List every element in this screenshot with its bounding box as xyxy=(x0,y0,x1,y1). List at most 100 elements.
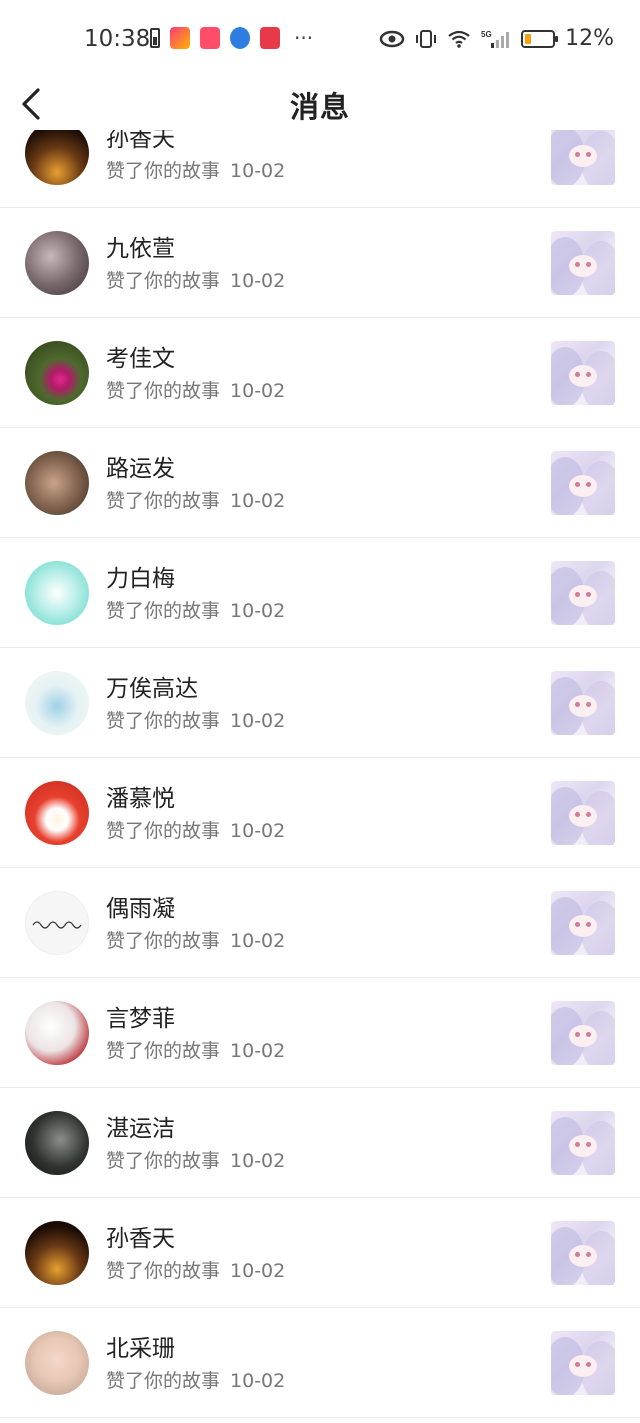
list-item[interactable]: 言梦菲 赞了你的故事 10-02 xyxy=(0,978,640,1088)
story-thumbnail[interactable] xyxy=(551,781,615,845)
avatar[interactable] xyxy=(25,231,89,295)
sender-name: 潘慕悦 xyxy=(106,786,175,812)
story-thumbnail[interactable] xyxy=(551,1221,615,1285)
avatar[interactable] xyxy=(25,1111,89,1175)
list-item[interactable]: 偶雨凝 赞了你的故事 10-02 xyxy=(0,868,640,978)
story-thumbnail[interactable] xyxy=(551,561,615,625)
message-date: 10-02 xyxy=(230,380,286,402)
nav-header: 消息 xyxy=(0,78,640,130)
browser-app-icon xyxy=(230,27,250,49)
sender-name: 考佳文 xyxy=(106,346,175,372)
story-thumbnail[interactable] xyxy=(551,451,615,515)
sender-name: 九依萱 xyxy=(106,236,175,262)
sender-name: 力白梅 xyxy=(106,566,175,592)
list-item[interactable]: 潘慕悦 赞了你的故事 10-02 xyxy=(0,758,640,868)
message-date: 10-02 xyxy=(230,1260,286,1282)
message-date: 10-02 xyxy=(230,1370,286,1392)
status-bar: 10:38 ··· 5G 12% xyxy=(0,0,640,78)
action-text: 赞了你的故事 xyxy=(106,820,221,842)
page-title: 消息 xyxy=(289,90,350,124)
status-time: 10:38 xyxy=(84,26,151,52)
avatar[interactable] xyxy=(25,341,89,405)
reader-app-icon xyxy=(260,27,280,49)
message-summary: 赞了你的故事 10-02 xyxy=(106,1256,285,1283)
message-summary: 赞了你的故事 10-02 xyxy=(106,156,285,183)
wifi-icon xyxy=(448,30,470,48)
story-thumbnail[interactable] xyxy=(551,1001,615,1065)
avatar[interactable] xyxy=(25,1001,89,1065)
action-text: 赞了你的故事 xyxy=(106,710,221,732)
message-date: 10-02 xyxy=(230,600,286,622)
story-thumbnail[interactable] xyxy=(551,671,615,735)
sender-name: 北采珊 xyxy=(106,1336,175,1362)
action-text: 赞了你的故事 xyxy=(106,160,221,182)
sender-name: 万俟高达 xyxy=(106,676,198,702)
message-date: 10-02 xyxy=(230,160,286,182)
story-thumbnail[interactable] xyxy=(551,341,615,405)
avatar[interactable] xyxy=(25,781,89,845)
message-date: 10-02 xyxy=(230,490,286,512)
message-summary: 赞了你的故事 10-02 xyxy=(106,816,285,843)
action-text: 赞了你的故事 xyxy=(106,1260,221,1282)
shopping-app-icon xyxy=(200,27,220,49)
list-item[interactable]: 万俟高达 赞了你的故事 10-02 xyxy=(0,648,640,758)
action-text: 赞了你的故事 xyxy=(106,930,221,952)
avatar[interactable] xyxy=(25,891,89,955)
message-date: 10-02 xyxy=(230,270,286,292)
signal-5g-icon: 5G xyxy=(481,30,510,48)
sender-name: 路运发 xyxy=(106,456,175,482)
avatar[interactable] xyxy=(25,1221,89,1285)
message-list[interactable]: 孙香天 赞了你的故事 10-02 九依萱 赞了你的故事 10-02 考佳文 赞了你的… xyxy=(0,98,640,1418)
story-thumbnail[interactable] xyxy=(551,891,615,955)
story-thumbnail[interactable] xyxy=(551,1111,615,1175)
avatar[interactable] xyxy=(25,561,89,625)
video-app-icon xyxy=(170,27,190,49)
eye-icon xyxy=(379,30,405,47)
sender-name: 孙香天 xyxy=(106,1226,175,1252)
sender-name: 湛运洁 xyxy=(106,1116,175,1142)
svg-text:5G: 5G xyxy=(481,30,492,39)
list-item[interactable]: 北采珊 赞了你的故事 10-02 xyxy=(0,1308,640,1418)
action-text: 赞了你的故事 xyxy=(106,1040,221,1062)
message-summary: 赞了你的故事 10-02 xyxy=(106,596,285,623)
sender-name: 偶雨凝 xyxy=(106,896,175,922)
story-thumbnail[interactable] xyxy=(551,1331,615,1395)
avatar[interactable] xyxy=(25,121,89,185)
handwriting-avatar-art xyxy=(32,921,82,929)
story-thumbnail[interactable] xyxy=(551,231,615,295)
message-summary: 赞了你的故事 10-02 xyxy=(106,486,285,513)
message-summary: 赞了你的故事 10-02 xyxy=(106,1036,285,1063)
list-item[interactable]: 孙香天 赞了你的故事 10-02 xyxy=(0,1198,640,1308)
message-summary: 赞了你的故事 10-02 xyxy=(106,266,285,293)
more-notifications-icon: ··· xyxy=(294,26,314,50)
message-summary: 赞了你的故事 10-02 xyxy=(106,926,285,953)
action-text: 赞了你的故事 xyxy=(106,1150,221,1172)
message-date: 10-02 xyxy=(230,820,286,842)
sender-name: 言梦菲 xyxy=(106,1006,175,1032)
list-item[interactable]: 考佳文 赞了你的故事 10-02 xyxy=(0,318,640,428)
list-item[interactable]: 湛运洁 赞了你的故事 10-02 xyxy=(0,1088,640,1198)
message-date: 10-02 xyxy=(230,710,286,732)
story-thumbnail[interactable] xyxy=(551,121,615,185)
message-date: 10-02 xyxy=(230,1040,286,1062)
battery-percent: 12% xyxy=(565,26,614,51)
message-date: 10-02 xyxy=(230,930,286,952)
avatar[interactable] xyxy=(25,451,89,515)
action-text: 赞了你的故事 xyxy=(106,490,221,512)
vibrate-icon xyxy=(416,29,437,48)
list-item[interactable]: 力白梅 赞了你的故事 10-02 xyxy=(0,538,640,648)
list-item[interactable]: 九依萱 赞了你的故事 10-02 xyxy=(0,208,640,318)
battery-saver-icon xyxy=(150,28,160,48)
avatar[interactable] xyxy=(25,1331,89,1395)
battery-icon xyxy=(521,29,559,48)
system-icons: 5G 12% xyxy=(379,26,614,51)
message-summary: 赞了你的故事 10-02 xyxy=(106,1146,285,1173)
list-item[interactable]: 路运发 赞了你的故事 10-02 xyxy=(0,428,640,538)
action-text: 赞了你的故事 xyxy=(106,600,221,622)
action-text: 赞了你的故事 xyxy=(106,270,221,292)
message-summary: 赞了你的故事 10-02 xyxy=(106,706,285,733)
avatar[interactable] xyxy=(25,671,89,735)
message-summary: 赞了你的故事 10-02 xyxy=(106,376,285,403)
message-summary: 赞了你的故事 10-02 xyxy=(106,1366,285,1393)
action-text: 赞了你的故事 xyxy=(106,1370,221,1392)
